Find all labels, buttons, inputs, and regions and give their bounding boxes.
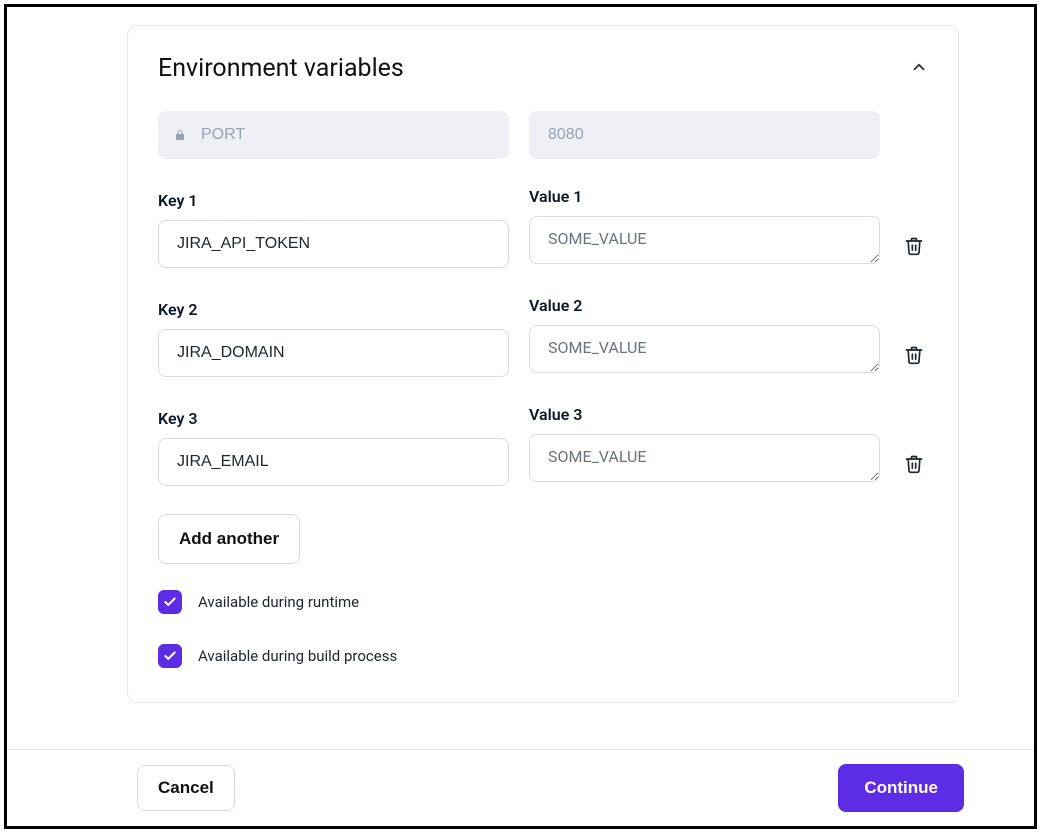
key-input-2[interactable]: [158, 329, 509, 377]
trash-icon: [904, 236, 924, 256]
key-label-3: Key 3: [158, 409, 509, 428]
port-key-input: [158, 111, 509, 159]
key-label-2: Key 2: [158, 300, 509, 319]
value-label-2: Value 2: [529, 296, 880, 315]
runtime-checkbox[interactable]: [158, 590, 182, 614]
collapse-toggle[interactable]: [910, 58, 928, 80]
value-input-1[interactable]: [529, 216, 880, 264]
key-input-3[interactable]: [158, 438, 509, 486]
delete-row-3[interactable]: [900, 454, 928, 486]
value-input-3[interactable]: [529, 434, 880, 482]
build-checkbox[interactable]: [158, 644, 182, 668]
chevron-up-icon: [910, 58, 928, 76]
runtime-label: Available during runtime: [198, 593, 359, 611]
key-input-1[interactable]: [158, 220, 509, 268]
delete-row-1[interactable]: [900, 236, 928, 268]
check-icon: [163, 649, 177, 663]
check-icon: [163, 595, 177, 609]
port-value-input: [529, 111, 880, 159]
continue-button[interactable]: Continue: [838, 764, 964, 812]
trash-icon: [904, 345, 924, 365]
footer: Cancel Continue: [7, 749, 1034, 826]
trash-icon: [904, 454, 924, 474]
value-label-3: Value 3: [529, 405, 880, 424]
value-input-2[interactable]: [529, 325, 880, 373]
value-label-1: Value 1: [529, 187, 880, 206]
delete-row-2[interactable]: [900, 345, 928, 377]
build-label: Available during build process: [198, 647, 397, 665]
lock-icon: [174, 126, 186, 145]
key-label-1: Key 1: [158, 191, 509, 210]
env-vars-panel: Environment variables: [127, 25, 959, 703]
add-another-button[interactable]: Add another: [158, 514, 300, 564]
cancel-button[interactable]: Cancel: [137, 765, 235, 811]
panel-title: Environment variables: [158, 54, 404, 83]
